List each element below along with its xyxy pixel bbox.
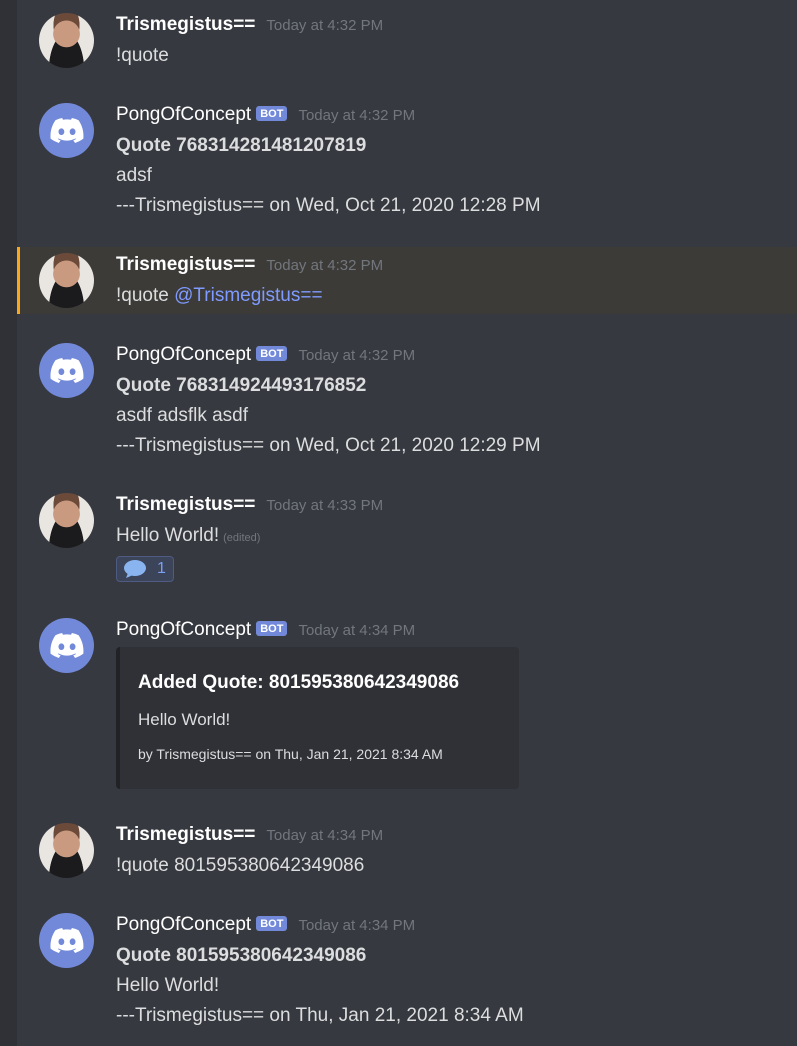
username[interactable]: Trismegistus== [116, 254, 255, 276]
quote-title: Quote 768314281481207819 [116, 135, 367, 156]
username[interactable]: Trismegistus== [116, 14, 255, 36]
bot-avatar[interactable] [39, 103, 94, 158]
message-text: Hello World! [116, 525, 220, 546]
message-item[interactable]: PongOfConcept BOT Today at 4:32 PM Quote… [17, 325, 797, 475]
quote-text: asdf adsflk asdf [116, 405, 249, 426]
message-item[interactable]: Trismegistus== Today at 4:32 PM !quote [17, 0, 797, 85]
message-item[interactable]: PongOfConcept BOT Today at 4:34 PM Added… [17, 600, 797, 810]
discord-logo-icon [49, 632, 83, 658]
username[interactable]: Trismegistus== [116, 824, 255, 846]
message-header: PongOfConcept BOT Today at 4:32 PM [116, 104, 415, 126]
timestamp[interactable]: Today at 4:32 PM [266, 257, 383, 274]
reaction-count: 1 [157, 560, 166, 577]
bot-tag: BOT [256, 916, 288, 931]
timestamp[interactable]: Today at 4:32 PM [298, 347, 415, 364]
timestamp[interactable]: Today at 4:34 PM [266, 827, 383, 844]
bot-avatar[interactable] [39, 913, 94, 968]
message-header: Trismegistus== Today at 4:32 PM [116, 14, 383, 36]
username[interactable]: PongOfConcept [116, 619, 251, 641]
user-avatar[interactable] [39, 493, 94, 548]
timestamp[interactable]: Today at 4:34 PM [298, 917, 415, 934]
quote-attribution: ---Trismegistus== on Thu, Jan 21, 2021 8… [116, 1005, 524, 1026]
bot-tag: BOT [256, 621, 288, 636]
user-avatar[interactable] [39, 13, 94, 68]
timestamp[interactable]: Today at 4:32 PM [298, 107, 415, 124]
username[interactable]: PongOfConcept [116, 104, 251, 126]
reaction-button[interactable]: 1 [116, 556, 174, 582]
speech-bubble-icon [124, 560, 146, 578]
message-content: Hello World! (edited) [116, 525, 260, 547]
embed-title: Added Quote: 801595380642349086 [138, 672, 460, 693]
edited-label: (edited) [223, 532, 261, 544]
user-mention[interactable]: @Trismegistus== [174, 285, 322, 306]
user-avatar[interactable] [39, 823, 94, 878]
message-header: Trismegistus== Today at 4:34 PM [116, 824, 383, 846]
username[interactable]: Trismegistus== [116, 494, 255, 516]
bot-tag: BOT [256, 106, 288, 121]
message-header: PongOfConcept BOT Today at 4:34 PM [116, 914, 415, 936]
quote-title: Quote 801595380642349086 [116, 945, 367, 966]
quote-text: Hello World! [116, 975, 220, 996]
quote-title: Quote 768314924493176852 [116, 375, 367, 396]
quote-attribution: ---Trismegistus== on Wed, Oct 21, 2020 1… [116, 195, 541, 216]
embed-description: Hello World! [138, 710, 231, 729]
username[interactable]: PongOfConcept [116, 914, 251, 936]
message-header: Trismegistus== Today at 4:33 PM [116, 494, 383, 516]
quote-text: adsf [116, 165, 152, 186]
sidebar-edge [0, 0, 17, 1046]
timestamp[interactable]: Today at 4:34 PM [298, 622, 415, 639]
message-content: !quote 801595380642349086 [116, 855, 365, 876]
timestamp[interactable]: Today at 4:32 PM [266, 17, 383, 34]
bot-avatar[interactable] [39, 618, 94, 673]
bot-avatar[interactable] [39, 343, 94, 398]
message-content: !quote [116, 45, 169, 66]
bot-tag: BOT [256, 346, 288, 361]
message-item[interactable]: Trismegistus== Today at 4:34 PM !quote 8… [17, 810, 797, 895]
discord-logo-icon [49, 927, 83, 953]
message-header: PongOfConcept BOT Today at 4:34 PM [116, 619, 415, 641]
timestamp[interactable]: Today at 4:33 PM [266, 497, 383, 514]
message-item[interactable]: PongOfConcept BOT Today at 4:32 PM Quote… [17, 85, 797, 245]
message-header: Trismegistus== Today at 4:32 PM [116, 254, 383, 276]
user-avatar[interactable] [39, 253, 94, 308]
quote-embed: Added Quote: 801595380642349086 Hello Wo… [116, 647, 519, 789]
username[interactable]: PongOfConcept [116, 344, 251, 366]
message-item[interactable]: Trismegistus== Today at 4:33 PM Hello Wo… [17, 480, 797, 590]
message-item[interactable]: PongOfConcept BOT Today at 4:34 PM Quote… [17, 895, 797, 1045]
command-text: !quote [116, 285, 175, 306]
embed-footer: by Trismegistus== on Thu, Jan 21, 2021 8… [138, 746, 443, 762]
chat-message-list: Trismegistus== Today at 4:32 PM !quote P… [0, 0, 797, 1046]
discord-logo-icon [49, 357, 83, 383]
message-content: !quote @Trismegistus== [116, 285, 323, 307]
quote-attribution: ---Trismegistus== on Wed, Oct 21, 2020 1… [116, 435, 541, 456]
discord-logo-icon [49, 117, 83, 143]
message-header: PongOfConcept BOT Today at 4:32 PM [116, 344, 415, 366]
message-item-mentioned[interactable]: Trismegistus== Today at 4:32 PM !quote @… [17, 247, 797, 314]
